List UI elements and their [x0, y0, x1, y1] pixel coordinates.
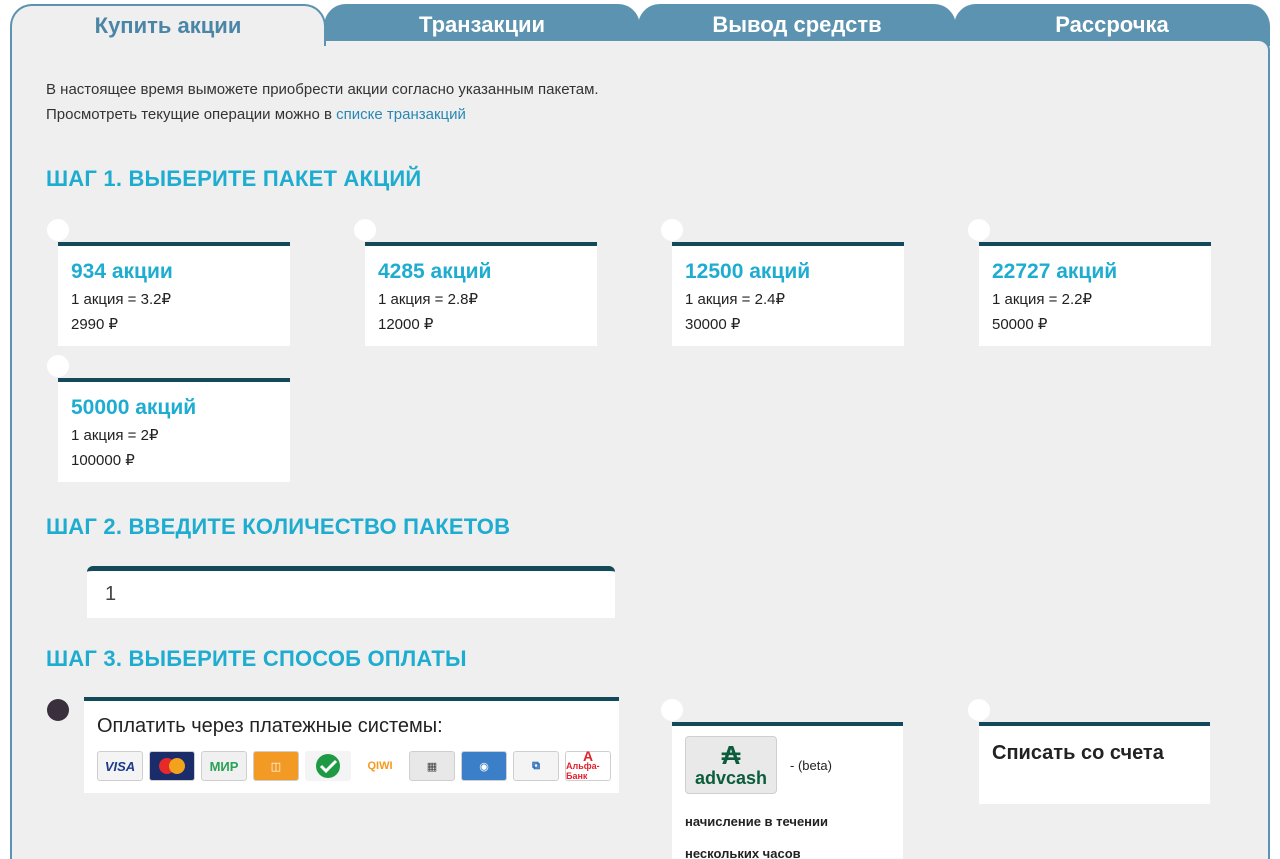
qiwi-logo: QIWI: [357, 751, 403, 781]
advcash-card[interactable]: ₳ advcash - (beta) начисление в течении …: [672, 722, 903, 859]
package-rate: 1 акция = 2.8₽: [378, 291, 478, 308]
account-debit-card[interactable]: Списать со счета: [979, 722, 1210, 804]
package-price: 100000 ₽: [71, 452, 135, 469]
step2-title: ШАГ 2. ВВЕДИТЕ КОЛИЧЕСТВО ПАКЕТОВ: [46, 514, 511, 539]
yandex-money-icon: ◫: [253, 751, 299, 781]
package-card-2[interactable]: 4285 акций 1 акция = 2.8₽ 12000 ₽: [365, 242, 597, 346]
advcash-logo: ₳ advcash: [685, 736, 777, 794]
package-price: 12000 ₽: [378, 316, 434, 333]
package-radio-4[interactable]: [968, 219, 990, 241]
step3-title: ШАГ 3. ВЫБЕРИТЕ СПОСОБ ОПЛАТЫ: [46, 646, 467, 671]
russian-post-icon: ⧉: [513, 751, 559, 781]
package-radio-5[interactable]: [47, 355, 69, 377]
intro-line-2: Просмотреть текущие операции можно в спи…: [46, 102, 599, 127]
package-card-3[interactable]: 12500 акций 1 акция = 2.4₽ 30000 ₽: [672, 242, 904, 346]
sberbank-icon: [305, 751, 351, 781]
intro-line-2-prefix: Просмотреть текущие операции можно в: [46, 106, 337, 123]
package-card-4[interactable]: 22727 акций 1 акция = 2.2₽ 50000 ₽: [979, 242, 1211, 346]
tab-buy-shares[interactable]: Купить акции: [10, 4, 326, 46]
payment-terminal-icon: ▦: [409, 751, 455, 781]
package-price: 50000 ₽: [992, 316, 1048, 333]
intro-line-1: В настоящее время выможете приобрести ак…: [46, 81, 599, 98]
account-debit-title: Списать со счета: [992, 742, 1164, 764]
package-rate: 1 акция = 2₽: [71, 427, 159, 444]
transactions-list-link[interactable]: списке транзакций: [336, 106, 466, 123]
webmoney-icon: ◉: [461, 751, 507, 781]
package-rate: 1 акция = 2.4₽: [685, 291, 785, 308]
package-title: 50000 акций: [71, 396, 197, 419]
package-price: 2990 ₽: [71, 316, 119, 333]
package-title: 934 акции: [71, 260, 173, 283]
visa-logo: VISA: [97, 751, 143, 781]
advcash-logo-text: advcash: [694, 768, 768, 788]
package-price: 30000 ₽: [685, 316, 741, 333]
package-rate: 1 акция = 3.2₽: [71, 291, 171, 308]
package-radio-3[interactable]: [661, 219, 683, 241]
intro-text: В настоящее время выможете приобрести ак…: [46, 77, 599, 127]
payment-radio-account[interactable]: [968, 699, 990, 721]
mir-logo: МИР: [201, 751, 247, 781]
advcash-beta-label: - (beta): [790, 758, 832, 773]
package-card-5[interactable]: 50000 акций 1 акция = 2₽ 100000 ₽: [58, 378, 290, 482]
package-quantity-input[interactable]: [87, 566, 615, 618]
alfa-bank-label: Альфа-Банк: [566, 761, 600, 781]
package-rate: 1 акция = 2.2₽: [992, 291, 1092, 308]
payment-systems-title: Оплатить через платежные системы:: [97, 715, 443, 737]
package-radio-1[interactable]: [47, 219, 69, 241]
package-title: 22727 акций: [992, 260, 1118, 283]
package-title: 4285 акций: [378, 260, 492, 283]
mastercard-icon: [149, 751, 195, 781]
package-card-1[interactable]: 934 акции 1 акция = 3.2₽ 2990 ₽: [58, 242, 290, 346]
payment-logos: VISA МИР ◫ QIWI ▦ ◉ ⧉ A Альфа-Банк: [97, 749, 611, 781]
advcash-a-icon: ₳: [721, 740, 741, 770]
package-title: 12500 акций: [685, 260, 811, 283]
step1-title: ШАГ 1. ВЫБЕРИТЕ ПАКЕТ АКЦИЙ: [46, 166, 422, 191]
payment-radio-advcash[interactable]: [661, 699, 683, 721]
payment-systems-card[interactable]: Оплатить через платежные системы: VISA М…: [84, 697, 619, 793]
package-radio-2[interactable]: [354, 219, 376, 241]
advcash-note: начисление в течении нескольких часов: [685, 814, 829, 859]
alfa-bank-icon: A Альфа-Банк: [565, 749, 611, 781]
payment-radio-systems[interactable]: [47, 699, 69, 721]
